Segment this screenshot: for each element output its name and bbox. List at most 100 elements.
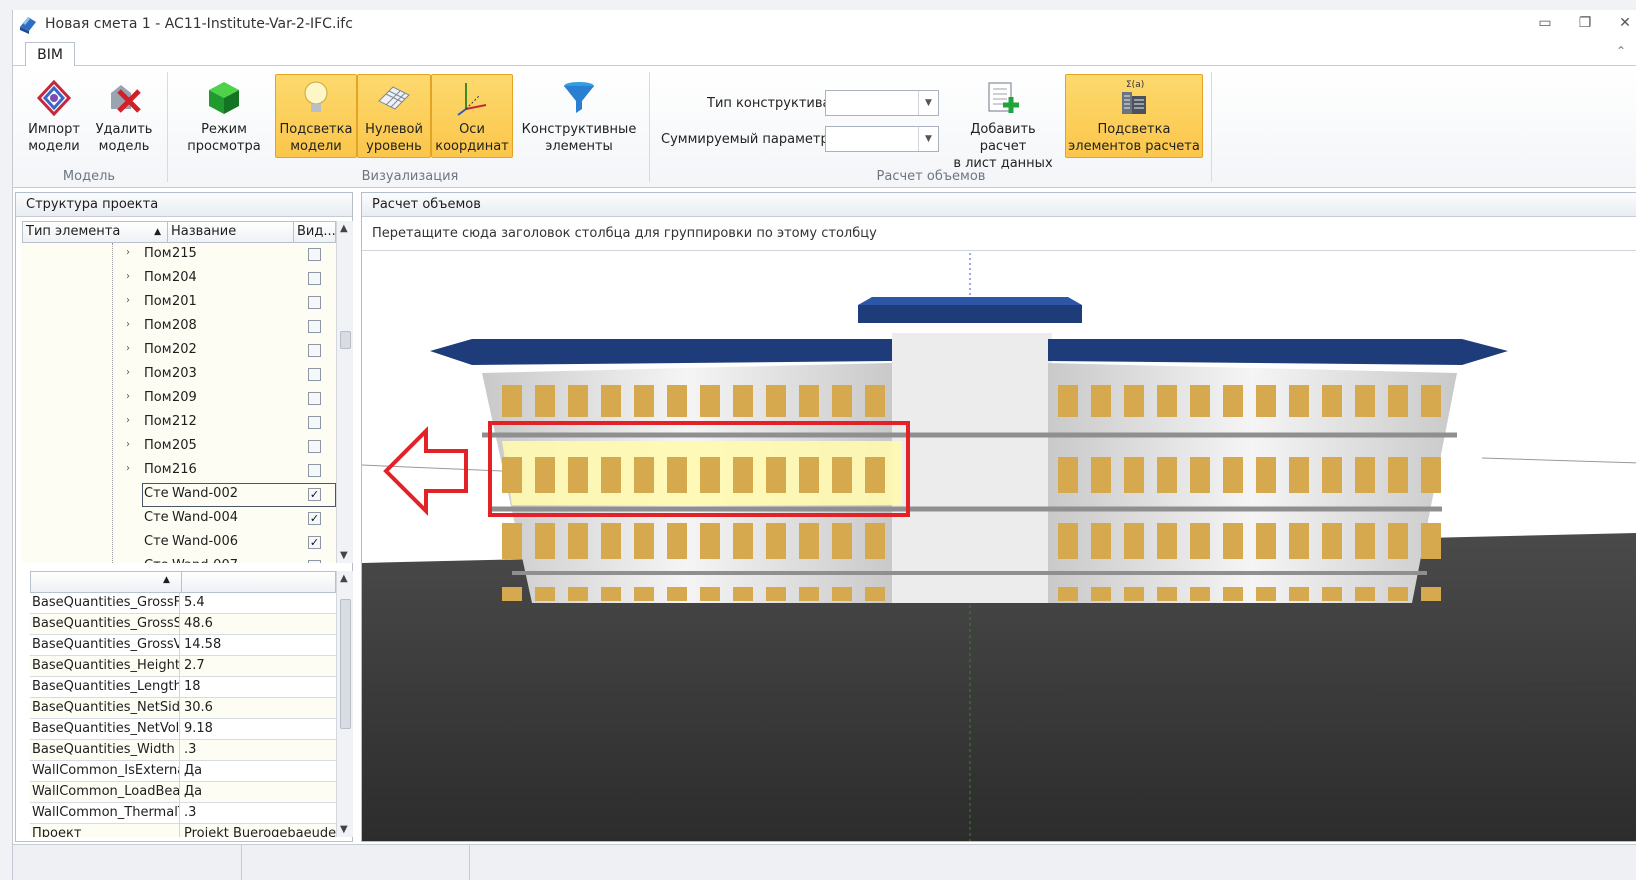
chevron-right-icon[interactable]: › (126, 463, 130, 474)
column-header-type[interactable]: Тип элемента ▲ (23, 222, 168, 242)
close-icon[interactable]: ✕ (1614, 14, 1636, 32)
property-row[interactable]: BaseQuantities_Height 2.7 (30, 656, 336, 677)
chevron-right-icon[interactable]: › (126, 343, 130, 354)
delete-model-button[interactable]: Удалить модель (83, 74, 165, 158)
property-row[interactable]: WallCommon_ThermalTrar .3 (30, 803, 336, 824)
sum-param-combo[interactable]: ▼ (825, 126, 939, 152)
tree-row[interactable]: Сте Wand-002 ✓ (142, 483, 336, 507)
sort-up-icon[interactable]: ▲ (163, 575, 170, 585)
scroll-thumb[interactable] (340, 599, 351, 729)
window-mark (535, 457, 555, 493)
chevron-right-icon[interactable]: › (126, 391, 130, 402)
structural-elements-button[interactable]: Конструктивные элементы (519, 74, 639, 158)
scroll-up-icon[interactable]: ▲ (340, 573, 348, 584)
property-row[interactable]: BaseQuantities_GrossSide 48.6 (30, 614, 336, 635)
axes-button[interactable]: Оси координат (431, 74, 513, 158)
chevron-up-icon[interactable]: ⌃ (1616, 44, 1626, 58)
chevron-down-icon[interactable]: ▼ (918, 127, 938, 151)
window-mark (799, 385, 819, 417)
property-row[interactable]: BaseQuantities_GrossFootı 5.4 (30, 593, 336, 614)
scroll-up-icon[interactable]: ▲ (340, 223, 348, 234)
window-mark (1124, 385, 1144, 417)
property-row[interactable]: BaseQuantities_NetSideAr 30.6 (30, 698, 336, 719)
chevron-right-icon[interactable]: › (126, 319, 130, 330)
visibility-checkbox[interactable]: ✓ (308, 488, 321, 501)
window-mark (700, 587, 720, 601)
property-row[interactable]: BaseQuantities_GrossVolu 14.58 (30, 635, 336, 656)
tree-row[interactable]: › Пом 203 (22, 363, 336, 387)
column-header-visible[interactable]: Вид... (294, 222, 335, 242)
property-row[interactable]: WallCommon_LoadBearing Да (30, 782, 336, 803)
3d-viewport[interactable]: .... (362, 242, 1636, 842)
group-label-volume: Расчет объемов (876, 169, 986, 184)
chevron-right-icon[interactable]: › (126, 295, 130, 306)
tree-row[interactable]: Сте Wand-004 ✓ (22, 507, 336, 531)
ribbon-tab-row: BIM ⌃ (13, 42, 1636, 67)
window-mark (502, 385, 522, 417)
window-mark (1190, 523, 1210, 559)
tree-row[interactable]: › Пом 208 (22, 315, 336, 339)
tree-row[interactable]: › Пом 201 (22, 291, 336, 315)
property-row[interactable]: BaseQuantities_Length 18 (30, 677, 336, 698)
tree-row[interactable]: Сте Wand-006 ✓ (22, 531, 336, 555)
visibility-checkbox[interactable] (308, 392, 321, 405)
window-mark (700, 523, 720, 559)
restore-icon[interactable]: ❐ (1574, 14, 1596, 32)
visibility-checkbox[interactable] (308, 248, 321, 261)
building-model-render[interactable]: .... (362, 242, 1636, 842)
scroll-down-icon[interactable]: ▼ (340, 550, 348, 561)
minimize-icon[interactable]: ▭ (1534, 14, 1556, 32)
tree-row[interactable]: › Пом 205 (22, 435, 336, 459)
construct-type-combo[interactable]: ▼ (825, 90, 939, 116)
visibility-checkbox[interactable] (308, 296, 321, 309)
property-row[interactable]: BaseQuantities_NetVolume 9.18 (30, 719, 336, 740)
property-row[interactable]: Проект Projekt Buerogebaeude (30, 824, 336, 837)
tree-row[interactable]: › Пом 215 (22, 243, 336, 267)
import-model-label: Импорт модели (28, 122, 80, 154)
visibility-checkbox[interactable] (308, 416, 321, 429)
tab-bim[interactable]: BIM (25, 42, 75, 67)
tree-row[interactable]: › Пом 209 (22, 387, 336, 411)
zero-level-button[interactable]: Нулевой уровень (357, 74, 431, 158)
property-row[interactable]: BaseQuantities_Width .3 (30, 740, 336, 761)
visibility-checkbox[interactable] (308, 440, 321, 453)
visibility-checkbox[interactable] (308, 320, 321, 333)
chevron-down-icon[interactable]: ▼ (918, 91, 938, 115)
highlight-calc-elements-button[interactable]: Σ(a) Подсветка элементов расчета (1065, 74, 1203, 158)
chevron-right-icon[interactable]: › (126, 439, 130, 450)
chevron-right-icon[interactable]: › (126, 247, 130, 258)
window-mark (667, 385, 687, 417)
visibility-checkbox[interactable]: ✓ (308, 512, 321, 525)
visibility-checkbox[interactable] (308, 464, 321, 477)
window-mark (700, 457, 720, 493)
properties-scrollbar[interactable]: ▲ ▼ (336, 571, 353, 837)
window-mark (733, 587, 753, 601)
chevron-right-icon[interactable]: › (126, 367, 130, 378)
view-mode-button[interactable]: Режим просмотра (179, 74, 269, 158)
tree-row[interactable]: › Пом 202 (22, 339, 336, 363)
tree-scrollbar[interactable]: ▲ ▼ (336, 221, 353, 563)
window-mark (1223, 385, 1243, 417)
tree-row[interactable]: › Пом 204 (22, 267, 336, 291)
visibility-checkbox[interactable] (308, 344, 321, 357)
visibility-checkbox[interactable] (308, 368, 321, 381)
property-row[interactable]: WallCommon_IsExternal Да (30, 761, 336, 782)
group-by-drop-area[interactable]: Перетащите сюда заголовок столбца для гр… (362, 217, 1636, 251)
window-mark (1058, 385, 1078, 417)
tree-row[interactable]: › Пом 216 (22, 459, 336, 483)
window-mark (1091, 457, 1111, 493)
project-tree: › Пом 215 › Пом 204 › Пом 201 › Пом 208 › Пом 202 › Пом 2… (22, 243, 336, 563)
column-header-name[interactable]: Название (168, 222, 294, 242)
visibility-checkbox[interactable]: ✓ (308, 536, 321, 549)
tree-row[interactable]: СтеWand-007 ✓ (22, 555, 336, 563)
visibility-checkbox[interactable]: ✓ (308, 560, 321, 563)
tree-row[interactable]: › Пом 212 (22, 411, 336, 435)
highlight-model-button[interactable]: Подсветка модели (275, 74, 357, 158)
visibility-checkbox[interactable] (308, 272, 321, 285)
add-calculation-button[interactable]: Добавить расчет в лист данных (945, 74, 1061, 171)
chevron-right-icon[interactable]: › (126, 271, 130, 282)
chevron-right-icon[interactable]: › (126, 415, 130, 426)
window-mark (1091, 385, 1111, 417)
scroll-down-icon[interactable]: ▼ (340, 824, 348, 835)
scroll-thumb[interactable] (340, 331, 351, 349)
